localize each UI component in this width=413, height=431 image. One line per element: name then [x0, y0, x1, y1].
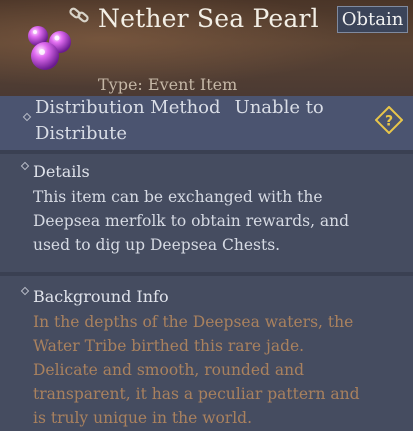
distribution-method: Distribution Method Unable to Distribute	[35, 95, 365, 147]
question-diamond-icon[interactable]: ?	[375, 106, 403, 134]
details-title: Details	[33, 162, 90, 181]
chain-link-icon[interactable]	[68, 4, 90, 26]
details-text: This item can be exchanged with the Deep…	[33, 188, 350, 254]
distribution-label: Distribution Method	[35, 97, 221, 118]
item-type: Type: Event Item	[98, 75, 238, 94]
obtain-button[interactable]: Obtain	[337, 6, 408, 33]
item-name: Nether Sea Pearl	[98, 4, 319, 33]
svg-text:?: ?	[385, 114, 393, 130]
background-text: In the depths of the Deepsea waters, the…	[33, 313, 360, 427]
background-title: Background Info	[33, 287, 169, 306]
